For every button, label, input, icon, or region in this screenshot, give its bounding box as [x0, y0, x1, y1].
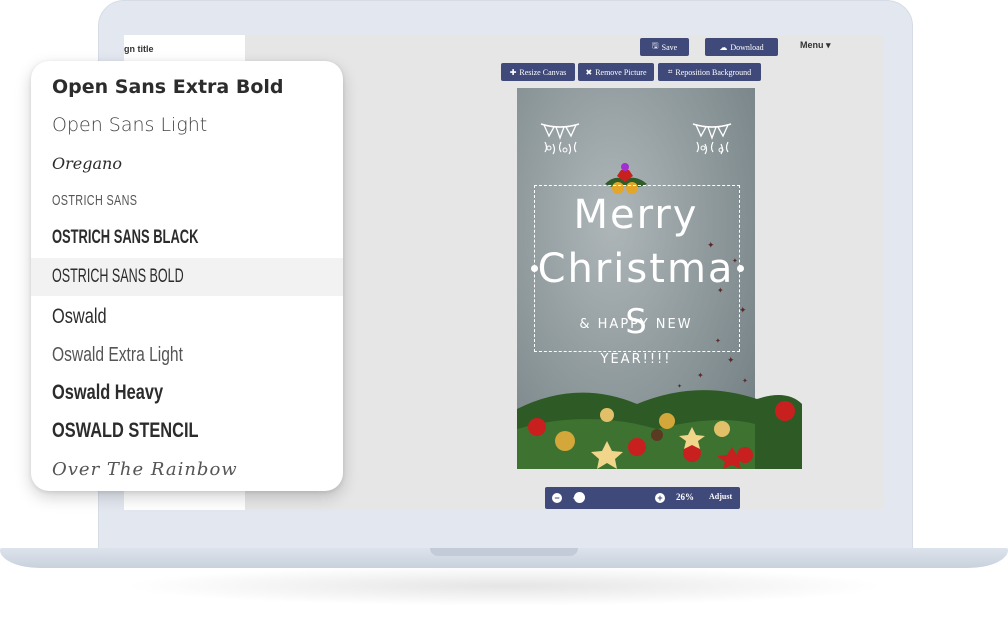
save-button[interactable]: 🖫 Save	[640, 38, 689, 56]
font-option-label: OSTRICH SANS BLACK	[52, 227, 199, 248]
font-option[interactable]: Open Sans Extra Bold	[31, 68, 343, 106]
svg-text:✦: ✦	[715, 337, 721, 345]
download-button[interactable]: ☁ Download	[705, 38, 778, 56]
remove-picture-button[interactable]: ✖ Remove Picture	[578, 63, 654, 81]
font-option[interactable]: Oswald	[31, 298, 343, 336]
font-option-label: Oregano	[52, 153, 122, 173]
laptop-notch	[430, 548, 578, 556]
download-button-label: Download	[730, 42, 764, 52]
font-option[interactable]: OSTRICH SANS BLACK	[31, 219, 343, 257]
resize-canvas-button[interactable]: ✚ Resize Canvas	[501, 63, 575, 81]
reposition-background-button[interactable]: ⌗ Reposition Background	[658, 63, 761, 81]
font-family-dropdown: Open Sans Extra Bold Open Sans Light Ore…	[31, 61, 343, 491]
save-button-label: Save	[661, 42, 678, 52]
font-option[interactable]: Oswald Heavy	[31, 374, 343, 412]
font-option-label: OSTRICH SANS	[52, 191, 138, 209]
menu-dropdown[interactable]: Menu ▾	[800, 40, 831, 51]
move-icon: ✚	[509, 67, 517, 77]
font-option-label: Oswald Extra Light	[52, 343, 183, 366]
font-option-label: OSTRICH SANS BOLD	[52, 266, 184, 287]
font-option-label: Oswald Heavy	[52, 381, 164, 404]
svg-text:✦: ✦	[732, 257, 738, 265]
cloud-download-icon: ☁	[719, 42, 728, 52]
crop-icon: ⌗	[667, 67, 673, 76]
adjust-button[interactable]: Adjust	[709, 492, 732, 501]
design-title-input[interactable]: gn title	[124, 44, 154, 54]
font-option[interactable]: Oswald Extra Light	[31, 336, 343, 374]
font-option[interactable]: OSWALD STENCIL	[31, 412, 343, 450]
close-icon: ✖	[585, 67, 593, 77]
zoom-bar: − + 26% Adjust	[545, 487, 740, 509]
font-option-label: Over The Rainbow	[52, 458, 238, 480]
font-option-label: OSWALD STENCIL	[52, 419, 199, 442]
font-option[interactable]: OSTRICH SANS	[31, 181, 343, 219]
font-option[interactable]: Oregano	[31, 144, 343, 182]
zoom-out-icon[interactable]: −	[552, 493, 562, 503]
svg-text:✦: ✦	[739, 305, 747, 315]
font-option[interactable]: Open Sans Light	[31, 106, 343, 144]
font-option-label: Open Sans Extra Bold	[52, 76, 284, 98]
font-option-label: Open Sans Light	[52, 114, 208, 136]
zoom-in-icon[interactable]: +	[655, 493, 665, 503]
font-option[interactable]: Over The Rainbow	[31, 450, 343, 488]
reposition-background-label: Reposition Background	[675, 67, 752, 77]
zoom-slider-thumb[interactable]	[574, 492, 585, 503]
font-option-highlighted[interactable]: OSTRICH SANS BOLD	[31, 258, 343, 296]
svg-text:✦: ✦	[707, 240, 715, 250]
font-option-label: Oswald	[52, 305, 107, 328]
remove-picture-label: Remove Picture	[595, 67, 647, 77]
svg-text:✦: ✦	[727, 355, 735, 365]
zoom-percent: 26%	[676, 492, 694, 502]
laptop-shadow	[120, 566, 890, 606]
christmas-garland	[517, 390, 802, 469]
save-icon: 🖫	[651, 41, 659, 50]
resize-canvas-label: Resize Canvas	[519, 67, 567, 77]
svg-text:✦: ✦	[717, 286, 724, 295]
